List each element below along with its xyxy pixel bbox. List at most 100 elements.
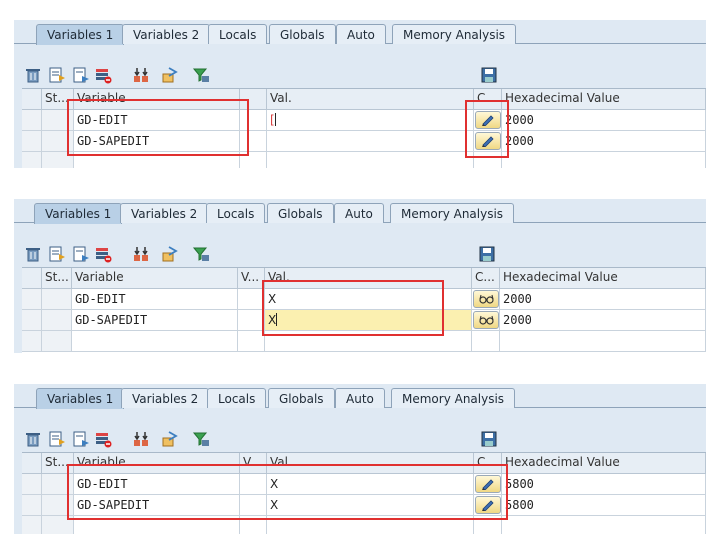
table-row-empty <box>22 516 706 534</box>
remove-entry-icon[interactable] <box>94 66 112 84</box>
filter-icon[interactable] <box>192 66 210 84</box>
value-field[interactable] <box>267 131 474 152</box>
import-icon[interactable] <box>132 245 150 263</box>
tab-locals[interactable]: Locals <box>207 388 267 408</box>
tab-auto[interactable]: Auto <box>336 24 386 44</box>
status-cell <box>42 152 74 168</box>
edit-value-button[interactable] <box>475 496 501 514</box>
tab-variables-1[interactable]: Variables 1 <box>36 24 125 45</box>
save-icon[interactable] <box>478 245 496 263</box>
edit-value-button[interactable] <box>475 475 501 493</box>
delete-icon[interactable] <box>24 66 42 84</box>
hex-value: 5800 <box>502 495 706 516</box>
variable-name-field[interactable]: GD-EDIT <box>72 289 238 310</box>
variable-name-field[interactable]: GD-EDIT <box>74 110 240 131</box>
row-selector[interactable] <box>22 110 42 131</box>
column-status[interactable]: St... <box>42 268 72 289</box>
column-view[interactable]: V... <box>238 268 265 289</box>
export-icon[interactable] <box>160 66 178 84</box>
column-change[interactable]: C... <box>474 453 502 474</box>
remove-entry-icon[interactable] <box>94 245 112 263</box>
edit-value-button[interactable] <box>475 132 501 150</box>
value-field[interactable]: X <box>265 289 472 310</box>
export-icon[interactable] <box>160 430 178 448</box>
tab-memory-analysis[interactable]: Memory Analysis <box>390 203 515 223</box>
new-entry-icon[interactable] <box>72 245 90 263</box>
tab-variables-2[interactable]: Variables 2 <box>121 388 210 408</box>
row-selector-header <box>22 89 42 110</box>
change-cell <box>472 310 500 331</box>
new-entry-icon[interactable] <box>72 66 90 84</box>
value-field[interactable]: X <box>267 474 474 495</box>
column-status[interactable]: St... <box>42 89 74 110</box>
details-icon[interactable] <box>48 430 66 448</box>
value-input-active[interactable]: X <box>265 310 472 331</box>
row-selector[interactable] <box>22 495 42 516</box>
row-selector[interactable] <box>22 289 42 310</box>
tab-variables-1[interactable]: Variables 1 <box>36 388 125 409</box>
tab-memory-analysis[interactable]: Memory Analysis <box>391 388 516 408</box>
hex-value: 2000 <box>500 289 706 310</box>
value-field[interactable]: [ <box>267 110 474 131</box>
column-hex[interactable]: Hexadecimal Value <box>500 268 706 289</box>
column-value[interactable]: Val. <box>267 453 474 474</box>
filter-icon[interactable] <box>192 245 210 263</box>
column-view[interactable] <box>240 89 267 110</box>
new-entry-icon[interactable] <box>72 430 90 448</box>
tab-memory-analysis[interactable]: Memory Analysis <box>392 24 517 44</box>
delete-icon[interactable] <box>24 430 42 448</box>
pencil-icon <box>482 500 494 511</box>
tab-variables-2[interactable]: Variables 2 <box>120 203 209 223</box>
tab-auto[interactable]: Auto <box>335 388 385 408</box>
delete-icon[interactable] <box>24 245 42 263</box>
variable-name-field[interactable]: GD-SAPEDIT <box>72 310 238 331</box>
filter-icon[interactable] <box>192 430 210 448</box>
save-icon[interactable] <box>480 66 498 84</box>
empty-cell <box>267 516 474 534</box>
empty-cell <box>238 331 265 352</box>
column-status[interactable]: St... <box>42 453 74 474</box>
column-hex[interactable]: Hexadecimal Value <box>502 453 706 474</box>
row-selector[interactable] <box>22 152 42 168</box>
export-icon[interactable] <box>160 245 178 263</box>
column-change[interactable]: C... <box>474 89 502 110</box>
change-cell <box>474 110 502 131</box>
row-selector[interactable] <box>22 131 42 152</box>
tab-globals[interactable]: Globals <box>267 203 334 223</box>
value-field[interactable]: X <box>267 495 474 516</box>
tab-variables-2[interactable]: Variables 2 <box>122 24 211 44</box>
tab-variables-1[interactable]: Variables 1 <box>34 203 123 224</box>
column-hex[interactable]: Hexadecimal Value <box>502 89 706 110</box>
remove-entry-icon[interactable] <box>94 430 112 448</box>
row-selector[interactable] <box>22 331 42 352</box>
hex-value: 2000 <box>502 131 706 152</box>
change-value-button[interactable] <box>473 311 499 329</box>
table-row: GD-SAPEDIT X 2000 <box>22 310 706 331</box>
row-selector[interactable] <box>22 310 42 331</box>
row-selector[interactable] <box>22 516 42 534</box>
import-icon[interactable] <box>132 430 150 448</box>
tab-globals[interactable]: Globals <box>268 388 335 408</box>
variable-name-field[interactable]: GD-SAPEDIT <box>74 495 240 516</box>
import-icon[interactable] <box>132 66 150 84</box>
variable-name-field[interactable]: GD-SAPEDIT <box>74 131 240 152</box>
save-icon[interactable] <box>480 430 498 448</box>
column-variable[interactable]: Variable <box>72 268 238 289</box>
column-variable[interactable]: Variable <box>74 89 240 110</box>
tab-locals[interactable]: Locals <box>206 203 266 223</box>
variable-name-field[interactable]: GD-EDIT <box>74 474 240 495</box>
column-variable[interactable]: Variable <box>74 453 240 474</box>
status-cell <box>42 474 74 495</box>
tab-auto[interactable]: Auto <box>334 203 384 223</box>
column-value[interactable]: Val. <box>267 89 474 110</box>
row-selector[interactable] <box>22 474 42 495</box>
tab-globals[interactable]: Globals <box>269 24 336 44</box>
column-change[interactable]: C... <box>472 268 500 289</box>
column-value[interactable]: Val. <box>265 268 472 289</box>
column-view[interactable]: V... <box>240 453 267 474</box>
edit-value-button[interactable] <box>475 111 501 129</box>
tab-locals[interactable]: Locals <box>208 24 268 44</box>
details-icon[interactable] <box>48 245 66 263</box>
change-value-button[interactable] <box>473 290 499 308</box>
details-icon[interactable] <box>48 66 66 84</box>
